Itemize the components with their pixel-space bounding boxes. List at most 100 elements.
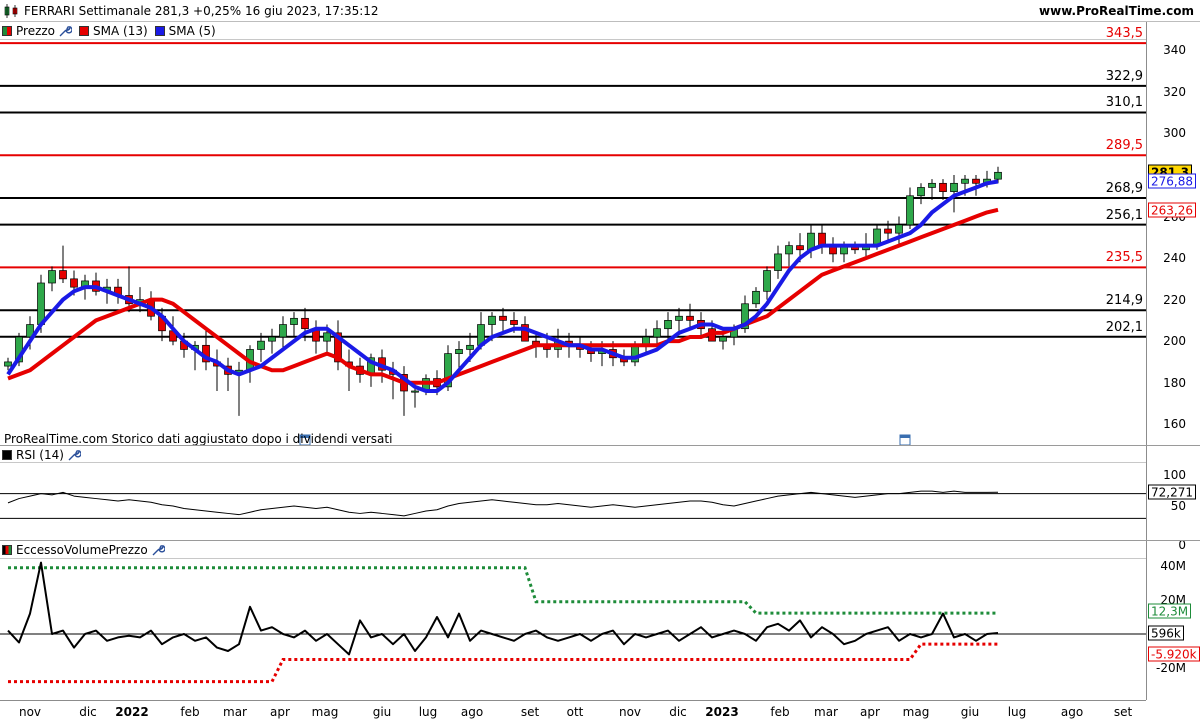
y-tick-label: 40M [1160,559,1186,573]
price-chart[interactable] [0,40,1146,445]
candle-body [510,320,518,325]
time-axis: nov dic 2022 feb mar apr mag giu lug ago set ott nov… [0,700,1146,720]
candle-body [917,187,925,197]
legend-sma5[interactable]: SMA (5) [154,24,216,38]
x-tick-label: nov [18,705,42,719]
level-label: 256,1 [1105,207,1143,223]
legend-volume-label: EccessoVolumePrezzo [16,543,148,557]
lower-band-line [8,642,998,684]
brand-link[interactable]: www.ProRealTime.com [1039,4,1194,18]
candle-body [37,282,45,325]
y-tick-label: 220 [1163,292,1186,307]
candle-body [752,290,760,305]
candle-body [4,361,12,367]
candle-body [411,390,419,393]
candle-body [763,270,771,292]
rsi-legend: RSI (14) [2,448,88,462]
candle-body [796,245,804,251]
candle-body [664,320,672,330]
price-flag: 276,88 [1148,173,1196,189]
level-label: 214,9 [1105,293,1143,309]
level-label: 235,5 [1105,250,1143,266]
x-tick-label: mag [311,705,339,719]
x-tick-label: feb [770,705,790,719]
sma13-color-swatch [79,26,90,36]
candle-body [499,315,507,321]
y-tick-label: 340 [1163,43,1186,58]
x-tick-label: dic [669,705,687,719]
candle-body [279,324,287,338]
level-label: 202,1 [1105,319,1143,335]
x-tick-label: 2023 [705,705,739,719]
y-tick-label: 180 [1163,375,1186,390]
legend-sma5-label: SMA (5) [168,24,216,38]
candle-body [972,178,980,184]
legend-rsi[interactable]: RSI (14) [2,448,81,462]
x-tick-label: mag [902,705,930,719]
y-tick-label: 300 [1163,126,1186,141]
candle-body [774,253,782,271]
x-tick-label: ott [566,705,584,719]
candle-body [301,317,309,330]
window-titlebar: FERRARI Settimanale 281,3 +0,25% 16 giu … [0,0,1200,22]
wrench-icon[interactable] [67,448,81,462]
candle-body [950,182,958,192]
level-label: 322,9 [1105,68,1143,84]
x-tick-label: set [520,705,540,719]
dividend-note: ProRealTime.com Storico dati aggiustato … [4,432,393,446]
x-tick-label: set [1113,705,1133,719]
y-tick-label: 320 [1163,84,1186,99]
legend-sma13[interactable]: SMA (13) [79,24,148,38]
candle-body [290,317,298,325]
volume-color-swatch [2,545,12,555]
rsi-chart[interactable] [0,463,1146,540]
candle-body [488,315,496,325]
candle-body [48,270,56,284]
x-tick-label: mar [814,705,838,719]
volume-panel-header [0,541,1146,559]
volume-legend: EccessoVolumePrezzo [2,543,172,557]
x-tick-label: nov [618,705,642,719]
candle-body [466,344,474,350]
candle-body [653,328,661,338]
sma5-color-swatch [154,26,165,36]
candle-body [939,182,947,192]
x-tick-label: apr [270,705,290,719]
rsi-panel-header [0,446,1146,463]
candle-body [895,224,903,234]
x-tick-label: ago [460,705,484,719]
x-tick-label: 2022 [115,705,149,719]
legend-volume[interactable]: EccessoVolumePrezzo [2,543,165,557]
x-tick-label: giu [372,705,392,719]
y-tick-label: -20M [1156,661,1186,675]
rsi-color-swatch [2,450,12,460]
volume-line [7,561,999,656]
level-label: 268,9 [1105,181,1143,197]
candle-body [928,182,936,188]
x-tick-label: feb [180,705,200,719]
price-y-axis: 340320300280260240220200180160 [1146,22,1200,445]
rsi-flag: 72,271 [1148,484,1196,500]
volume-flag: 596k [1148,625,1184,641]
volume-chart[interactable] [0,559,1146,700]
candle-body [884,228,892,234]
legend-price-label: Prezzo [16,24,56,38]
candle-body [257,340,265,350]
candle-body [59,270,67,280]
x-tick-label: ago [1060,705,1084,719]
upper-band-line [8,566,998,615]
candle-body [455,349,463,354]
price-flag: 263,26 [1148,202,1196,218]
volume-flag: -5.920k [1148,646,1200,662]
level-label: 289,5 [1105,138,1143,154]
y-tick-label: 50 [1170,499,1186,513]
y-tick-label: 160 [1163,417,1186,432]
y-tick-label: 200 [1163,334,1186,349]
candle-body [70,278,78,288]
wrench-icon[interactable] [151,543,165,557]
wrench-icon[interactable] [58,24,73,38]
sma13-line [7,207,999,385]
legend-price[interactable]: Prezzo [2,24,73,38]
candle-body [906,195,914,226]
candle-body [686,315,694,321]
